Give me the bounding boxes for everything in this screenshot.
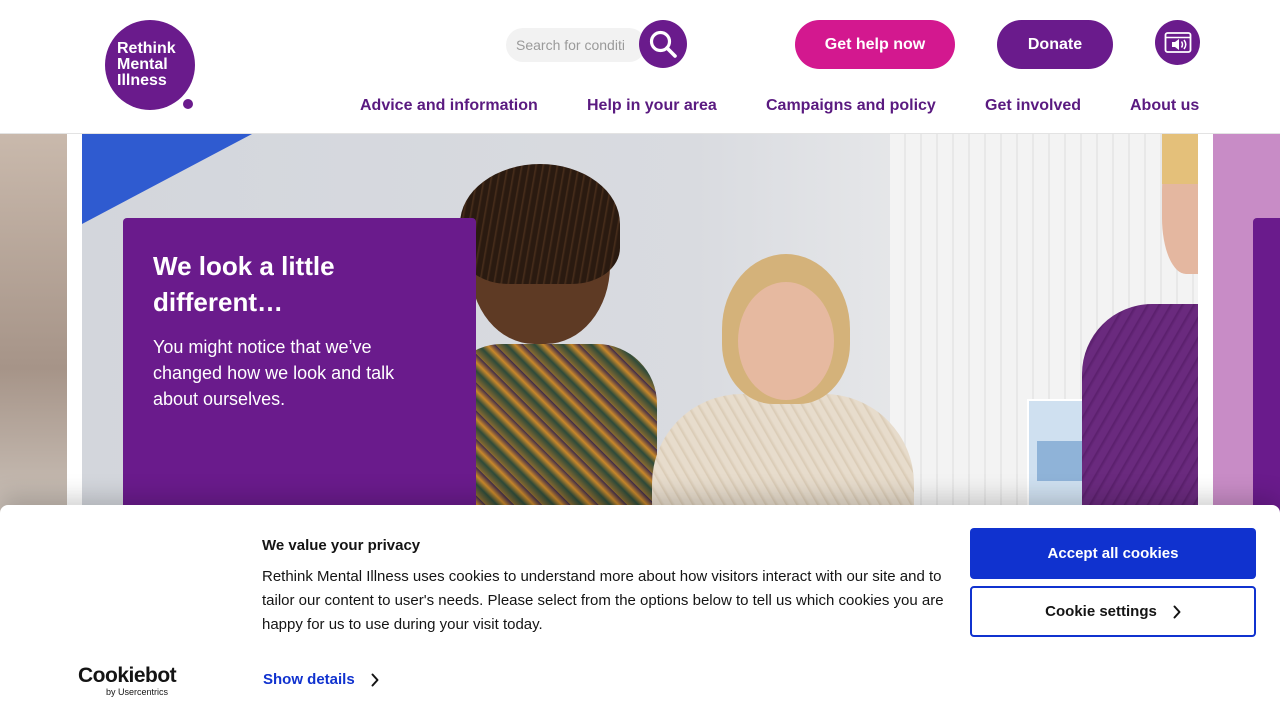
search-input[interactable] [514,32,626,58]
show-details-label: Show details [263,671,355,688]
show-details-link[interactable]: Show details [263,671,379,688]
search-icon [649,30,677,58]
cookie-title: We value your privacy [262,537,421,554]
nav-help-in-your-area[interactable]: Help in your area [587,97,717,115]
accessibility-button[interactable] [1155,20,1200,65]
chevron-right-icon [1173,605,1181,618]
search-box [506,28,646,62]
hero-title: We look a little different… [153,251,335,317]
cookie-description: Rethink Mental Illness uses cookies to u… [262,568,944,633]
cookiebot-sub: by Usercentrics [106,687,169,697]
cookie-settings-label: Cookie settings [1045,603,1157,620]
chevron-right-icon [371,673,379,686]
cookie-banner: We value your privacy Rethink Mental Ill… [0,505,1280,720]
cookiebot-logo: Cookiebot by Usercentrics [78,665,188,701]
accessibility-audio-icon [1164,31,1191,53]
hero-body: You might notice that we’ve changed how … [153,337,395,409]
logo-text: Rethink Mental Illness [117,40,176,89]
nav-campaigns-and-policy[interactable]: Campaigns and policy [766,97,936,115]
cookie-settings-button[interactable]: Cookie settings [970,586,1256,637]
nav-advice-and-information[interactable]: Advice and information [360,97,538,115]
main-nav: Advice and information Help in your area… [0,97,1280,119]
get-help-now-button[interactable]: Get help now [795,20,955,69]
nav-about-us[interactable]: About us [1130,97,1199,115]
donate-button[interactable]: Donate [997,20,1113,69]
cookiebot-brand: Cookiebot [78,664,177,687]
nav-get-involved[interactable]: Get involved [985,97,1081,115]
accept-all-cookies-button[interactable]: Accept all cookies [970,528,1256,579]
site-header: Rethink Mental Illness Get help now Dona… [0,0,1280,134]
search-button[interactable] [639,20,687,68]
